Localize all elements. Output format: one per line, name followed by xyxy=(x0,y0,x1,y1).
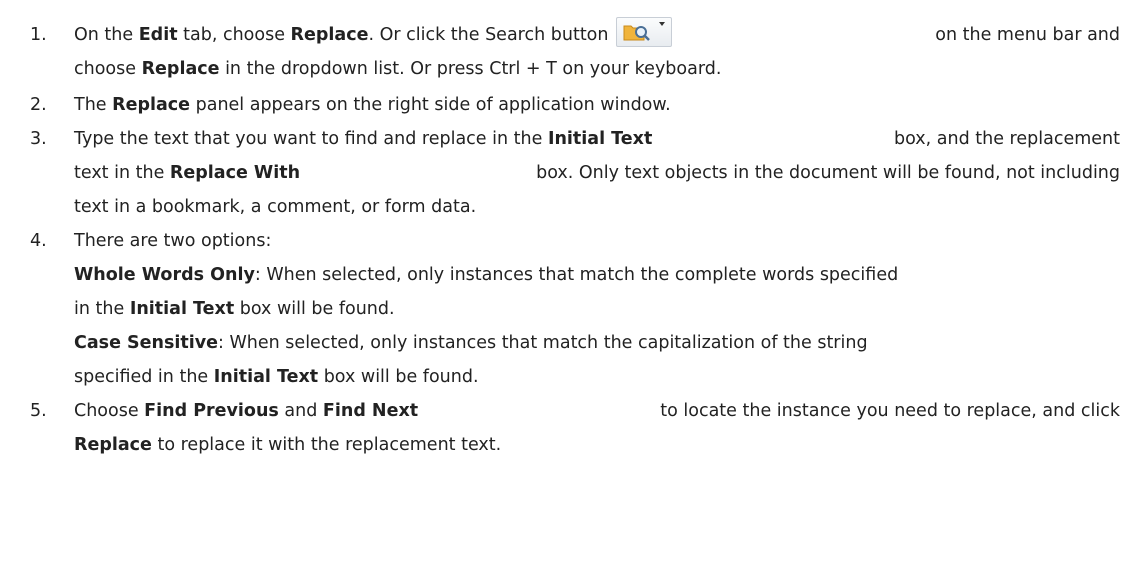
step-number: 3. xyxy=(30,129,47,149)
search-dropdown-icon xyxy=(623,25,651,41)
option-whole-words: Whole Words Only : When selected, only i… xyxy=(74,265,899,285)
step-line: The Replace panel appears on the right s… xyxy=(74,95,671,115)
step-line: text in a bookmark, a comment, or form d… xyxy=(74,197,477,217)
step-line: specified in the Initial Text box will b… xyxy=(74,367,479,387)
step-line: in the Initial Text box will be found. xyxy=(74,299,395,319)
step-number: 2. xyxy=(30,95,47,115)
step-5: 5. Choose Find Previous and Find Next to… xyxy=(30,394,1120,462)
search-button[interactable] xyxy=(616,17,673,47)
document: 1. On the Edit tab, choose Replace. Or c… xyxy=(0,0,1124,569)
option-case-sensitive: Case Sensitive : When selected, only ins… xyxy=(74,333,868,353)
step-1: 1. On the Edit tab, choose Replace. Or c… xyxy=(30,17,1120,86)
step-line: Replace to replace it with the replaceme… xyxy=(74,435,502,455)
step-2: 2. The Replace panel appears on the righ… xyxy=(30,88,1120,122)
step-line: Type the text that you want to find and … xyxy=(74,129,1120,149)
chevron-down-icon xyxy=(659,22,666,26)
step-number: 5. xyxy=(30,401,47,421)
step-line: Choose Find Previous and Find Next to lo… xyxy=(74,401,1120,421)
step-number: 1. xyxy=(30,25,47,45)
step-line: There are two options: xyxy=(74,231,272,251)
step-4: 4. There are two options: Whole Words On… xyxy=(30,224,1120,394)
step-line: text in the Replace With box. Only text … xyxy=(74,163,1120,183)
step-line: choose Replace in the dropdown list. Or … xyxy=(74,59,722,79)
step-3: 3. Type the text that you want to find a… xyxy=(30,122,1120,224)
step-line: On the Edit tab, choose Replace. Or clic… xyxy=(74,17,1120,52)
step-number: 4. xyxy=(30,231,47,251)
